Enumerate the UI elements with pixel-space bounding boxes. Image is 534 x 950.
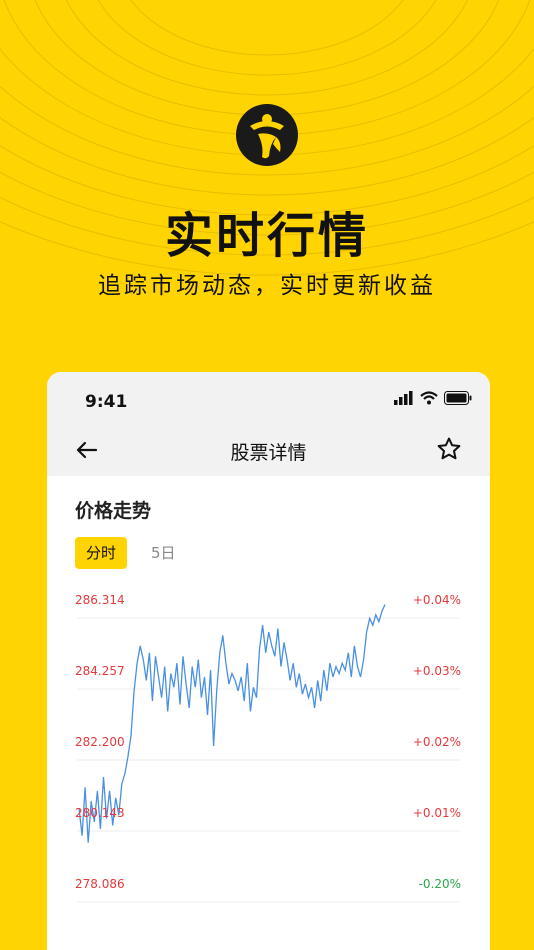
- page-title: 股票详情: [230, 442, 307, 464]
- y-right-tick-label: +0.01%: [413, 806, 461, 820]
- battery-icon: [444, 391, 472, 405]
- star-icon[interactable]: [436, 436, 462, 462]
- y-left-tick-label: 278.086: [75, 877, 125, 891]
- price-chart: 286.314 284.257 282.200 280.143 278.086 +0.04…: [75, 593, 461, 903]
- y-left-tick-label: 286.314: [75, 593, 125, 607]
- hero-subtitle: 追踪市场动态，实时更新收益: [98, 273, 436, 299]
- price-series-line: [78, 604, 386, 843]
- hero-title: 实时行情: [164, 208, 369, 264]
- tab-5day[interactable]: 5日: [151, 537, 176, 569]
- y-left-tick-label: 282.200: [75, 735, 125, 749]
- y-right-tick-label: +0.02%: [413, 735, 461, 749]
- y-right-tick-label: +0.04%: [413, 593, 461, 607]
- section-title: 价格走势: [75, 500, 152, 522]
- background-arc-lines: [0, 0, 534, 276]
- status-icons: [394, 391, 472, 405]
- tab-intraday[interactable]: 分时: [75, 537, 127, 569]
- y-left-tick-label: 280.143: [75, 806, 125, 820]
- phone-mockup: 9:41 股票详情 价格走势 分时 5日 286.314 284.257 282…: [47, 372, 490, 950]
- phone-header: 9:41 股票详情: [47, 372, 490, 476]
- app-logo: [236, 104, 298, 166]
- signal-icon: [394, 391, 413, 405]
- y-right-tick-label: -0.20%: [419, 877, 461, 891]
- wifi-icon: [420, 391, 438, 405]
- y-left-tick-label: 284.257: [75, 664, 125, 678]
- status-time: 9:41: [85, 392, 128, 412]
- y-right-tick-label: +0.03%: [413, 664, 461, 678]
